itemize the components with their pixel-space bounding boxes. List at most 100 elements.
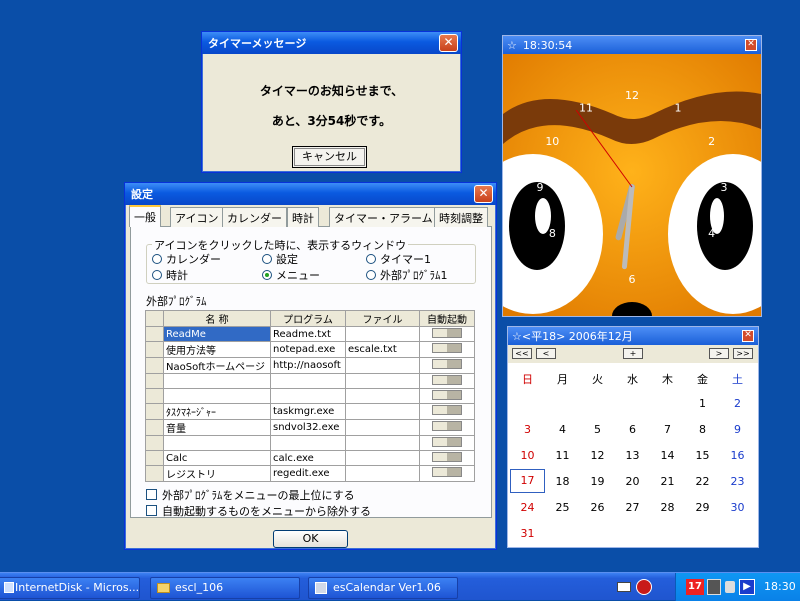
calendar-day[interactable]: 21 xyxy=(650,475,685,488)
clock-close-icon[interactable]: ✕ xyxy=(745,39,757,51)
table-row[interactable]: 音量 sndvol32.exe xyxy=(145,419,475,436)
autostart-toggle[interactable] xyxy=(432,359,462,369)
calendar-day[interactable]: 13 xyxy=(615,449,650,462)
row-header[interactable] xyxy=(145,465,164,482)
calendar-day[interactable]: 14 xyxy=(650,449,685,462)
calendar-day[interactable]: 31 xyxy=(510,527,545,540)
cell-file[interactable] xyxy=(345,388,420,404)
cell-autostart[interactable] xyxy=(419,465,475,482)
autostart-toggle[interactable] xyxy=(432,374,462,385)
settings-close-icon[interactable]: ✕ xyxy=(474,185,493,203)
cell-name[interactable] xyxy=(163,435,271,451)
calendar-day[interactable]: 6 xyxy=(615,423,650,436)
calendar-day[interactable]: 19 xyxy=(580,475,615,488)
settings-titlebar[interactable]: 設定 ✕ xyxy=(125,183,496,205)
security-icon[interactable] xyxy=(636,579,652,595)
radio-option-2[interactable]: タイマー1 xyxy=(366,251,431,267)
autostart-toggle[interactable] xyxy=(432,467,462,477)
table-row[interactable]: Calc calc.exe xyxy=(145,450,475,466)
row-header[interactable] xyxy=(145,341,164,358)
radio-option-0[interactable]: カレンダー xyxy=(152,251,221,267)
autostart-toggle[interactable] xyxy=(432,421,462,431)
calendar-day[interactable]: 23 xyxy=(720,475,755,488)
cell-program[interactable] xyxy=(270,388,346,404)
radio-button[interactable] xyxy=(152,270,162,280)
table-row[interactable] xyxy=(145,435,475,451)
calendar-day[interactable]: 9 xyxy=(720,423,755,436)
cell-name[interactable]: 使用方法等 xyxy=(163,341,271,358)
radio-option-4[interactable]: メニュー xyxy=(262,267,320,283)
timer-cancel-button[interactable]: キャンセル xyxy=(292,146,367,168)
calendar-day[interactable]: 18 xyxy=(545,475,580,488)
cell-autostart[interactable] xyxy=(419,450,475,466)
cell-name[interactable]: レジストリ xyxy=(163,465,271,482)
cell-name[interactable] xyxy=(163,373,271,389)
calendar-day[interactable]: 12 xyxy=(580,449,615,462)
table-row[interactable]: NaoSoftホームページ http://naosoft xyxy=(145,357,475,374)
tab-time-sync[interactable]: 時刻調整 xyxy=(434,207,488,227)
check-exclude-autostart-box[interactable] xyxy=(146,505,157,516)
calendar-day[interactable]: 30 xyxy=(720,501,755,514)
calendar-day[interactable]: 5 xyxy=(580,423,615,436)
clock-titlebar[interactable]: ☆ 18:30:54 ✕ xyxy=(503,36,761,54)
cell-program[interactable] xyxy=(270,435,346,451)
table-row[interactable]: ﾀｽｸﾏﾈｰｼﾞｬｰ taskmgr.exe xyxy=(145,403,475,420)
row-header[interactable] xyxy=(145,373,164,389)
tab-clock[interactable]: 時計 xyxy=(287,207,319,227)
calendar-day[interactable]: 27 xyxy=(615,501,650,514)
timer-dialog-close-icon[interactable]: ✕ xyxy=(439,34,458,52)
row-header[interactable] xyxy=(145,419,164,436)
autostart-toggle[interactable] xyxy=(432,451,462,462)
cell-program[interactable]: calc.exe xyxy=(270,450,346,466)
ok-button[interactable]: OK xyxy=(273,530,348,548)
timer-dialog-titlebar[interactable]: タイマーメッセージ ✕ xyxy=(202,32,461,54)
check-top-menu[interactable]: 外部ﾌﾟﾛｸﾞﾗﾑをメニューの最上位にする xyxy=(146,487,355,503)
cell-autostart[interactable] xyxy=(419,388,475,404)
cell-file[interactable] xyxy=(345,326,420,342)
prev-year-button[interactable]: << xyxy=(512,348,532,359)
cell-autostart[interactable] xyxy=(419,357,475,374)
cell-name[interactable]: ReadMe xyxy=(163,326,271,342)
calendar-day[interactable]: 22 xyxy=(685,475,720,488)
cell-program[interactable]: notepad.exe xyxy=(270,341,346,358)
keyboard-icon[interactable] xyxy=(617,582,631,592)
cell-file[interactable] xyxy=(345,435,420,451)
calendar-day[interactable]: 28 xyxy=(650,501,685,514)
cell-program[interactable]: sndvol32.exe xyxy=(270,419,346,436)
autostart-toggle[interactable] xyxy=(432,389,462,400)
calendar-day[interactable]: 25 xyxy=(545,501,580,514)
row-header[interactable] xyxy=(145,435,164,451)
cell-autostart[interactable] xyxy=(419,419,475,436)
cell-autostart[interactable] xyxy=(419,373,475,389)
radio-option-1[interactable]: 設定 xyxy=(262,251,298,267)
calendar-day[interactable]: 29 xyxy=(685,501,720,514)
row-header[interactable] xyxy=(145,357,164,374)
tab-general[interactable]: 一般 xyxy=(129,205,161,227)
radio-button[interactable] xyxy=(262,254,272,264)
calendar-day[interactable]: 15 xyxy=(685,449,720,462)
table-row[interactable]: レジストリ regedit.exe xyxy=(145,465,475,482)
table-row[interactable]: 使用方法等 notepad.exe escale.txt xyxy=(145,341,475,358)
calendar-day[interactable]: 11 xyxy=(545,449,580,462)
calendar-day[interactable]: 4 xyxy=(545,423,580,436)
cell-file[interactable] xyxy=(345,419,420,436)
cell-program[interactable] xyxy=(270,373,346,389)
cell-file[interactable]: escale.txt xyxy=(345,341,420,358)
calendar-day[interactable]: 20 xyxy=(615,475,650,488)
autostart-toggle[interactable] xyxy=(432,327,462,338)
calendar-day[interactable]: 1 xyxy=(685,397,720,410)
cell-file[interactable] xyxy=(345,373,420,389)
next-year-button[interactable]: >> xyxy=(733,348,753,359)
today-button[interactable]: + xyxy=(623,348,643,359)
table-row[interactable]: ReadMe Readme.txt xyxy=(145,326,475,342)
cell-program[interactable]: http://naosoft xyxy=(270,357,346,374)
tab-icon[interactable]: アイコン xyxy=(170,207,224,227)
tray-media-icon[interactable]: ▶ xyxy=(739,579,755,595)
calendar-close-icon[interactable]: ✕ xyxy=(742,330,754,342)
row-header[interactable] xyxy=(145,326,164,342)
cell-autostart[interactable] xyxy=(419,403,475,420)
calendar-day[interactable]: 3 xyxy=(510,423,545,436)
calendar-titlebar[interactable]: ☆<平18> 2006年12月 ✕ xyxy=(508,327,758,345)
radio-button[interactable] xyxy=(152,254,162,264)
cell-file[interactable] xyxy=(345,465,420,482)
